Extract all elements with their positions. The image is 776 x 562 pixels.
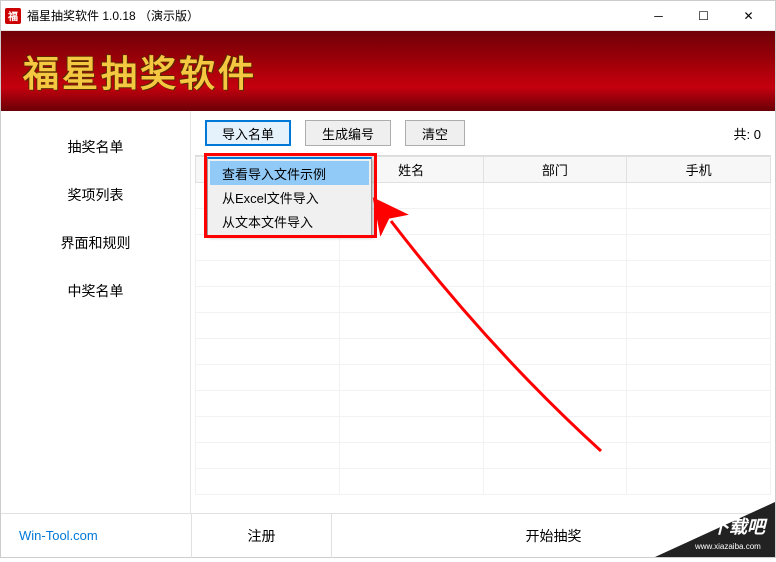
count-value: 0 — [754, 127, 761, 142]
banner: 福星抽奖软件 — [1, 31, 775, 111]
col-phone[interactable]: 手机 — [627, 157, 771, 183]
sidebar-item-participants[interactable]: 抽奖名单 — [1, 123, 190, 171]
app-window: 福 福星抽奖软件 1.0.18 （演示版） ─ ☐ ✕ 福星抽奖软件 抽奖名单 … — [0, 0, 776, 558]
table-row — [196, 313, 771, 339]
close-button[interactable]: ✕ — [726, 1, 771, 31]
table-row — [196, 417, 771, 443]
banner-title: 福星抽奖软件 — [23, 45, 257, 97]
window-controls: ─ ☐ ✕ — [636, 1, 771, 31]
count-prefix: 共: — [734, 127, 751, 142]
sidebar-item-prizes[interactable]: 奖项列表 — [1, 171, 190, 219]
table-row — [196, 469, 771, 495]
dropdown-item-example[interactable]: 查看导入文件示例 — [210, 161, 369, 185]
register-button[interactable]: 注册 — [191, 514, 331, 558]
dropdown-item-excel[interactable]: 从Excel文件导入 — [210, 185, 369, 209]
table-row — [196, 235, 771, 261]
table-row — [196, 261, 771, 287]
table-row — [196, 443, 771, 469]
table-row — [196, 339, 771, 365]
table-row — [196, 287, 771, 313]
window-title: 福星抽奖软件 1.0.18 （演示版） — [27, 7, 199, 24]
generate-number-button[interactable]: 生成编号 — [305, 120, 391, 146]
sidebar-item-winners[interactable]: 中奖名单 — [1, 267, 190, 315]
dropdown-item-text[interactable]: 从文本文件导入 — [210, 209, 369, 233]
count-display: 共: 0 — [734, 124, 761, 143]
sidebar-item-rules[interactable]: 界面和规则 — [1, 219, 190, 267]
import-button[interactable]: 导入名单 — [205, 120, 291, 146]
clear-button[interactable]: 清空 — [405, 120, 465, 146]
col-dept[interactable]: 部门 — [483, 157, 627, 183]
minimize-button[interactable]: ─ — [636, 1, 681, 31]
website-link[interactable]: Win-Tool.com — [1, 528, 191, 543]
footer: Win-Tool.com 注册 开始抽奖 — [1, 513, 775, 557]
app-icon: 福 — [5, 8, 21, 24]
table-row — [196, 365, 771, 391]
sidebar: 抽奖名单 奖项列表 界面和规则 中奖名单 — [1, 111, 191, 513]
table-row — [196, 391, 771, 417]
start-lottery-button[interactable]: 开始抽奖 — [331, 514, 775, 558]
titlebar: 福 福星抽奖软件 1.0.18 （演示版） ─ ☐ ✕ — [1, 1, 775, 31]
import-dropdown: 查看导入文件示例 从Excel文件导入 从文本文件导入 — [207, 157, 372, 236]
content-area: 抽奖名单 奖项列表 界面和规则 中奖名单 导入名单 生成编号 清空 共: 0 编 — [1, 111, 775, 513]
toolbar: 导入名单 生成编号 清空 共: 0 — [191, 111, 775, 155]
maximize-button[interactable]: ☐ — [681, 1, 726, 31]
